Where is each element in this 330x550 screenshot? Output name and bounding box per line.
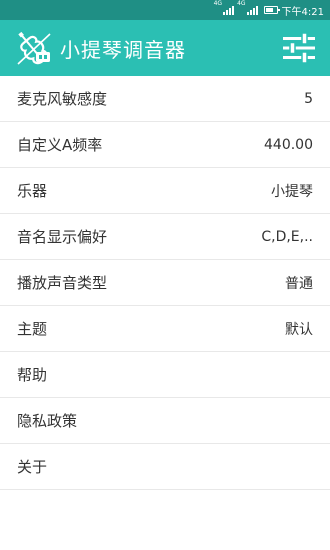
settings-item-label: 麦克风敏感度 — [17, 90, 108, 108]
settings-item-theme[interactable]: 主题 默认 — [0, 306, 330, 352]
settings-item-help[interactable]: 帮助 — [0, 352, 330, 398]
settings-item-privacy-policy[interactable]: 隐私政策 — [0, 398, 330, 444]
settings-item-label: 关于 — [17, 458, 48, 476]
settings-item-value: 默认 — [285, 321, 313, 338]
network-type-label-2: 4G — [237, 0, 246, 7]
settings-item-note-name-preference[interactable]: 音名显示偏好 C,D,E,.. — [0, 214, 330, 260]
settings-item-custom-a-frequency[interactable]: 自定义A频率 440.00 — [0, 122, 330, 168]
settings-item-value: 普通 — [285, 275, 313, 292]
settings-item-instrument[interactable]: 乐器 小提琴 — [0, 168, 330, 214]
sliders-icon[interactable] — [282, 32, 316, 64]
violin-logo-icon — [17, 31, 51, 65]
settings-item-about[interactable]: 关于 — [0, 444, 330, 490]
battery-icon — [263, 6, 280, 14]
settings-item-label: 播放声音类型 — [17, 274, 108, 292]
signal-icon-2 — [246, 5, 258, 15]
app-title: 小提琴调音器 — [60, 37, 186, 62]
settings-item-mic-sensitivity[interactable]: 麦克风敏感度 5 — [0, 76, 330, 122]
settings-item-label: 自定义A频率 — [17, 136, 103, 154]
settings-item-label: 隐私政策 — [17, 412, 78, 430]
settings-item-label: 音名显示偏好 — [17, 228, 108, 246]
settings-item-sound-type[interactable]: 播放声音类型 普通 — [0, 260, 330, 306]
status-time: 下午4:21 — [281, 6, 324, 18]
settings-list: 麦克风敏感度 5 自定义A频率 440.00 乐器 小提琴 音名显示偏好 C,D… — [0, 76, 330, 490]
network-type-label: 4G — [213, 0, 223, 7]
settings-item-label: 帮助 — [17, 366, 48, 384]
settings-item-label: 主题 — [17, 320, 48, 338]
settings-item-value: 5 — [304, 90, 313, 107]
settings-item-value: C,D,E,.. — [261, 228, 313, 245]
settings-item-value: 小提琴 — [271, 183, 313, 200]
settings-item-value: 440.00 — [264, 136, 313, 153]
status-bar: 4G 4G 下午4:21 — [0, 0, 330, 20]
signal-icon — [223, 5, 235, 15]
settings-item-label: 乐器 — [17, 182, 48, 200]
app-bar: 小提琴调音器 — [0, 20, 330, 76]
